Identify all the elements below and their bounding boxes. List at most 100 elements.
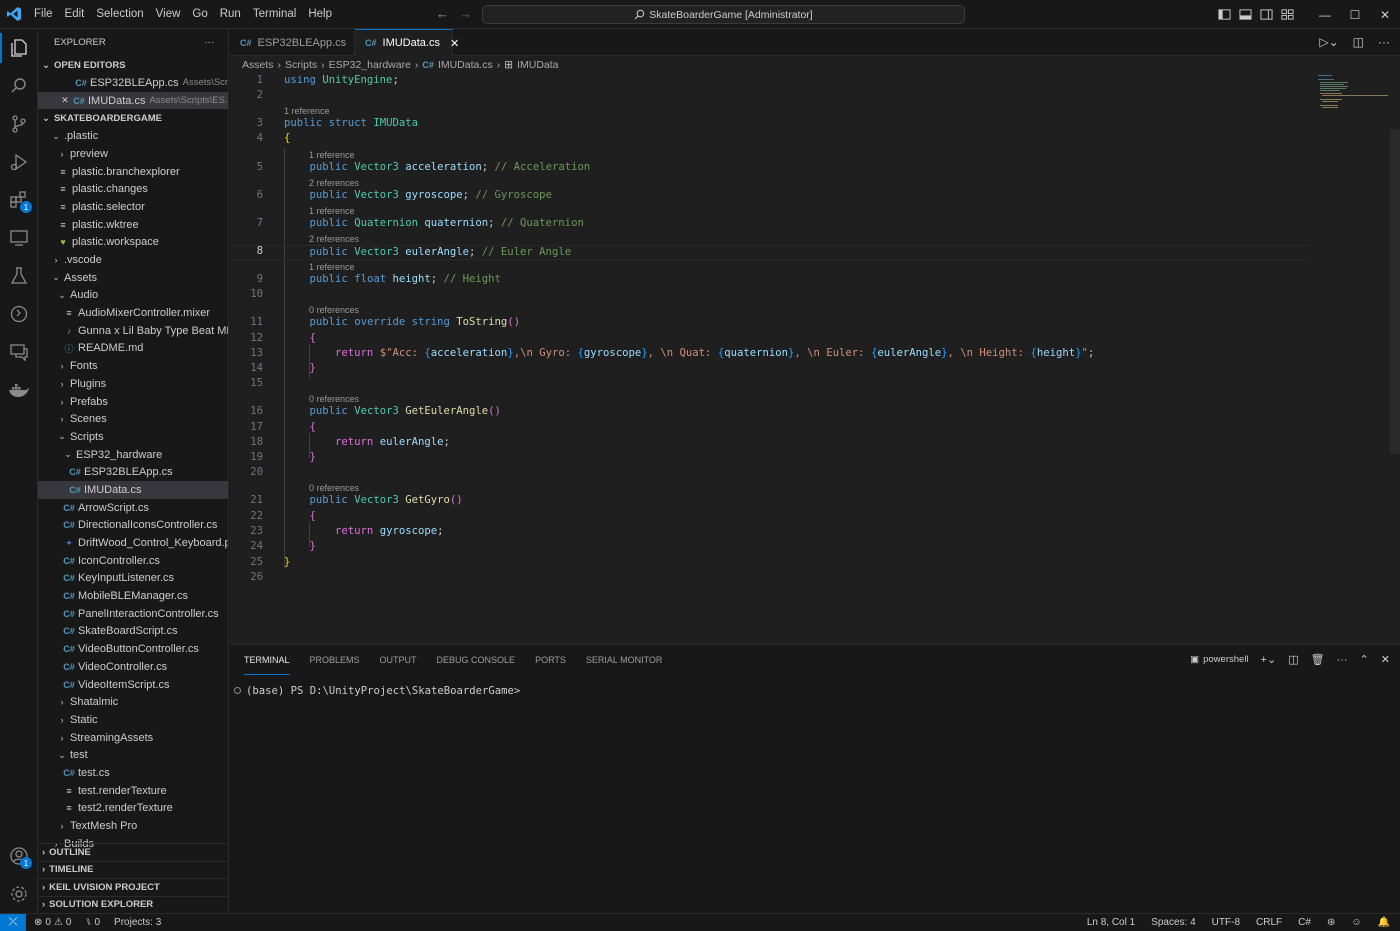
close-editor-icon[interactable]: ✕ bbox=[58, 95, 72, 106]
tree-item[interactable]: C# DirectionalIconsController.cs bbox=[38, 517, 228, 535]
language-mode[interactable]: C# bbox=[1298, 917, 1311, 928]
notifications-bell-icon[interactable]: 🔔 bbox=[1378, 917, 1390, 928]
tree-item[interactable]: › .vscode bbox=[38, 251, 228, 269]
tree-item[interactable]: › Prefabs bbox=[38, 393, 228, 411]
back-arrow-icon[interactable]: ← bbox=[436, 6, 449, 21]
run-debug-icon[interactable] bbox=[0, 143, 38, 181]
testing-flask-icon[interactable] bbox=[0, 257, 38, 295]
tree-item[interactable]: C# PanelInteractionController.cs bbox=[38, 605, 228, 623]
kill-terminal-trash-icon[interactable]: 🗑 bbox=[1311, 653, 1325, 666]
editor-scrollbar[interactable] bbox=[1390, 129, 1400, 454]
tree-item[interactable]: ≡ AudioMixerController.mixer bbox=[38, 304, 228, 322]
breadcrumb-item[interactable]: IMUData bbox=[517, 59, 558, 71]
tab-esp32bleapp[interactable]: C# ESP32BLEApp.cs bbox=[230, 29, 355, 56]
toggle-primary-sidebar-icon[interactable] bbox=[1218, 8, 1231, 21]
tab-problems[interactable]: PROBLEMS bbox=[310, 645, 360, 675]
tree-item[interactable]: ⌄ test bbox=[38, 746, 228, 764]
toggle-panel-icon[interactable] bbox=[1239, 8, 1252, 21]
tree-item[interactable]: ✦ DriftWood_Control_Keyboard.py bbox=[38, 534, 228, 552]
tab-ports[interactable]: PORTS bbox=[535, 645, 566, 675]
tree-item[interactable]: ⓘ README.md bbox=[38, 340, 228, 358]
timeline-section[interactable]: › TIMELINE bbox=[38, 860, 228, 879]
toggle-secondary-sidebar-icon[interactable] bbox=[1260, 8, 1273, 21]
code-editor[interactable]: 1 2 3 4 5 6 7 8 9 10 11 12 13 14 15 16 17 18 19 20 21 22 23 24 2… bbox=[230, 74, 1400, 644]
tree-item[interactable]: C# KeyInputListener.cs bbox=[38, 570, 228, 588]
keil-section[interactable]: › KEIL UVISION PROJECT bbox=[38, 878, 228, 896]
breadcrumb-item[interactable]: ESP32_hardware bbox=[329, 59, 411, 71]
menu-view[interactable]: View bbox=[150, 0, 187, 29]
more-actions-icon[interactable]: ··· bbox=[1378, 35, 1390, 49]
tree-item[interactable]: ⌄ Audio bbox=[38, 287, 228, 305]
tree-item[interactable]: › TextMesh Pro bbox=[38, 817, 228, 835]
maximize-icon[interactable]: ☐ bbox=[1340, 0, 1370, 29]
projects-status[interactable]: Projects: 3 bbox=[114, 917, 161, 928]
tree-item[interactable]: C# VideoButtonController.cs bbox=[38, 640, 228, 658]
tree-item[interactable]: › Plugins bbox=[38, 375, 228, 393]
menu-terminal[interactable]: Terminal bbox=[247, 0, 302, 29]
open-editors-header[interactable]: ⌄ OPEN EDITORS bbox=[38, 56, 228, 74]
project-folder-header[interactable]: ⌄ SKATEBOARDERGAME bbox=[38, 109, 228, 127]
tab-output[interactable]: OUTPUT bbox=[380, 645, 417, 675]
tree-item[interactable]: ⌄ Assets bbox=[38, 269, 228, 287]
minimap[interactable] bbox=[1316, 74, 1388, 114]
remote-indicator-icon[interactable]: ⤫ bbox=[0, 913, 26, 931]
more-actions-icon[interactable]: ··· bbox=[1337, 654, 1348, 666]
explorer-icon[interactable] bbox=[0, 29, 38, 67]
tree-item[interactable]: C# SkateBoardScript.cs bbox=[38, 623, 228, 641]
search-icon[interactable] bbox=[0, 67, 38, 105]
indentation-status[interactable]: Spaces: 4 bbox=[1151, 917, 1195, 928]
tree-item[interactable]: C# MobileBLEManager.cs bbox=[38, 587, 228, 605]
menu-run[interactable]: Run bbox=[214, 0, 247, 29]
menu-edit[interactable]: Edit bbox=[59, 0, 91, 29]
tree-item[interactable]: ≡ test2.renderTexture bbox=[38, 800, 228, 818]
tree-item[interactable]: C# IMUData.cs bbox=[38, 481, 228, 499]
terminal-output[interactable]: (base) PS D:\UnityProject\SkateBoarderGa… bbox=[234, 685, 520, 697]
tree-item[interactable]: › StreamingAssets bbox=[38, 729, 228, 747]
tree-item[interactable]: › Static bbox=[38, 711, 228, 729]
split-editor-icon[interactable]: ◫ bbox=[1353, 35, 1364, 49]
tree-item[interactable]: ≡ plastic.wktree bbox=[38, 216, 228, 234]
tree-item[interactable]: ≡ plastic.selector bbox=[38, 198, 228, 216]
tree-item[interactable]: › Shatalmic bbox=[38, 693, 228, 711]
eol-status[interactable]: CRLF bbox=[1256, 917, 1282, 928]
source-control-icon[interactable] bbox=[0, 105, 38, 143]
feedback-icon[interactable]: ☺ bbox=[1351, 917, 1361, 928]
tree-item[interactable]: C# test.cs bbox=[38, 764, 228, 782]
tree-item[interactable]: › Scenes bbox=[38, 410, 228, 428]
tab-debug-console[interactable]: DEBUG CONSOLE bbox=[437, 645, 516, 675]
tree-item[interactable]: ≡ test.renderTexture bbox=[38, 782, 228, 800]
tree-item[interactable]: ≡ plastic.branchexplorer bbox=[38, 163, 228, 181]
breadcrumb-item[interactable]: Scripts bbox=[285, 59, 317, 71]
minimize-icon[interactable]: — bbox=[1310, 0, 1340, 29]
tree-item[interactable]: › preview bbox=[38, 145, 228, 163]
tab-serial-monitor[interactable]: SERIAL MONITOR bbox=[586, 645, 663, 675]
open-editor-item[interactable]: ✕ C# IMUData.cs Assets\Scripts\ES... bbox=[38, 91, 228, 110]
tree-item[interactable]: C# ESP32BLEApp.cs bbox=[38, 463, 228, 481]
tree-item[interactable]: ⌄ ESP32_hardware bbox=[38, 446, 228, 464]
tree-item[interactable]: ⌄ Scripts bbox=[38, 428, 228, 446]
outline-section[interactable]: › OUTLINE bbox=[38, 843, 228, 861]
customize-layout-icon[interactable] bbox=[1281, 8, 1294, 21]
menu-help[interactable]: Help bbox=[302, 0, 338, 29]
remote-explorer-icon[interactable] bbox=[0, 219, 38, 257]
split-terminal-icon[interactable]: ◫ bbox=[1288, 653, 1298, 666]
solution-explorer-section[interactable]: › SOLUTION EXPLORER bbox=[38, 895, 228, 914]
extensions-icon[interactable]: 1 bbox=[0, 181, 38, 219]
tree-item[interactable]: C# VideoController.cs bbox=[38, 658, 228, 676]
docker-icon[interactable] bbox=[0, 371, 38, 409]
close-panel-icon[interactable]: ✕ bbox=[1381, 653, 1390, 666]
ports-status[interactable]: ⑊ 0 bbox=[85, 917, 100, 928]
problems-status[interactable]: ⊗ 0 ⚠ 0 bbox=[34, 917, 71, 928]
accounts-icon[interactable]: 1 bbox=[0, 837, 38, 875]
breadcrumb-item[interactable]: IMUData.cs bbox=[438, 59, 493, 71]
platformio-icon[interactable] bbox=[0, 295, 38, 333]
tree-item[interactable]: ♪ Gunna x Lil Baby Type Beat MP... bbox=[38, 322, 228, 340]
command-decoration-icon[interactable] bbox=[234, 687, 241, 694]
maximize-panel-chevron-icon[interactable]: ⌃ bbox=[1360, 653, 1369, 666]
breadcrumb-item[interactable]: Assets bbox=[242, 59, 274, 71]
tree-item[interactable]: C# IconController.cs bbox=[38, 552, 228, 570]
menu-go[interactable]: Go bbox=[186, 0, 213, 29]
forward-arrow-icon[interactable]: → bbox=[459, 6, 472, 21]
copilot-icon[interactable]: ⊛ bbox=[1327, 917, 1335, 928]
tab-terminal[interactable]: TERMINAL bbox=[244, 645, 290, 675]
